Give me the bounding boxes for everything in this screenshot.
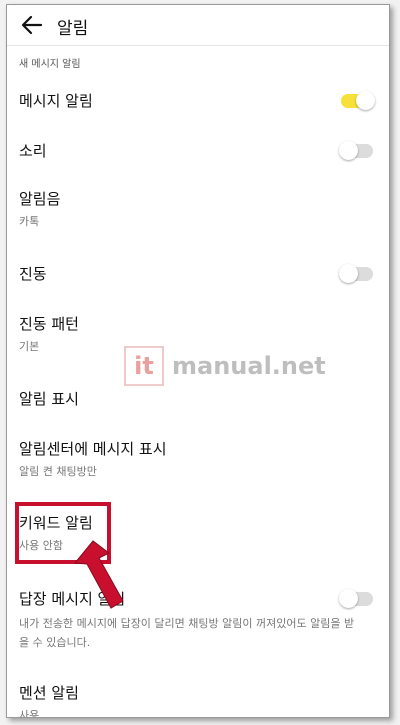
section-label: 새 메시지 알림 [19, 59, 81, 70]
setting-vibration[interactable]: 진동 [7, 263, 389, 303]
setting-mention-alert[interactable]: 멘션 알림 사용 [7, 682, 389, 718]
setting-label: 알림센터에 메시지 표시 [19, 440, 167, 458]
toggle-knob [356, 91, 375, 110]
setting-message-alert[interactable]: 메시지 알림 [7, 90, 389, 130]
setting-label: 알림음 [19, 190, 61, 208]
phone-screen: 알림 새 메시지 알림 메시지 알림 소리 알림음 카톡 진동 진동 패턴 기본… [6, 4, 390, 718]
page-title: 알림 [57, 19, 89, 39]
setting-label: 메시지 알림 [19, 92, 93, 110]
setting-alert-sound[interactable]: 알림음 카톡 [7, 188, 389, 238]
reply-alert-toggle[interactable] [339, 589, 373, 608]
app-bar: 알림 [7, 5, 389, 46]
setting-notification-center[interactable]: 알림센터에 메시지 표시 알림 켠 채팅방만 [7, 438, 389, 488]
toggle-knob [339, 589, 358, 608]
vibration-toggle[interactable] [339, 264, 373, 283]
setting-reply-alert[interactable]: 답장 메시지 알림 내가 전송한 메시지에 답장이 달리면 채팅방 알림이 꺼져… [7, 588, 389, 658]
setting-description: 내가 전송한 메시지에 답장이 달리면 채팅방 알림이 꺼져있어도 알림을 받을… [19, 617, 355, 649]
setting-label: 멘션 알림 [19, 684, 79, 702]
setting-label: 알림 표시 [19, 390, 79, 408]
watermark-text: manual.net [172, 352, 326, 380]
setting-sound[interactable]: 소리 [7, 140, 389, 180]
sound-toggle[interactable] [339, 141, 373, 160]
setting-value: 사용 [19, 709, 40, 718]
message-alert-toggle[interactable] [341, 91, 375, 110]
pointer-arrow-icon [74, 540, 124, 609]
watermark: it manual.net [124, 346, 326, 386]
watermark-logo: it [124, 346, 164, 386]
toggle-knob [339, 264, 358, 283]
back-button[interactable] [19, 13, 45, 37]
setting-value: 기본 [19, 340, 40, 353]
arrow-left-icon [21, 15, 43, 35]
setting-alert-display[interactable]: 알림 표시 [7, 388, 389, 428]
setting-label: 진동 패턴 [19, 315, 79, 333]
setting-value: 카톡 [19, 215, 40, 228]
setting-label: 소리 [19, 142, 47, 160]
toggle-knob [339, 141, 358, 160]
setting-value: 알림 켠 채팅방만 [19, 465, 97, 478]
setting-label: 진동 [19, 265, 47, 283]
